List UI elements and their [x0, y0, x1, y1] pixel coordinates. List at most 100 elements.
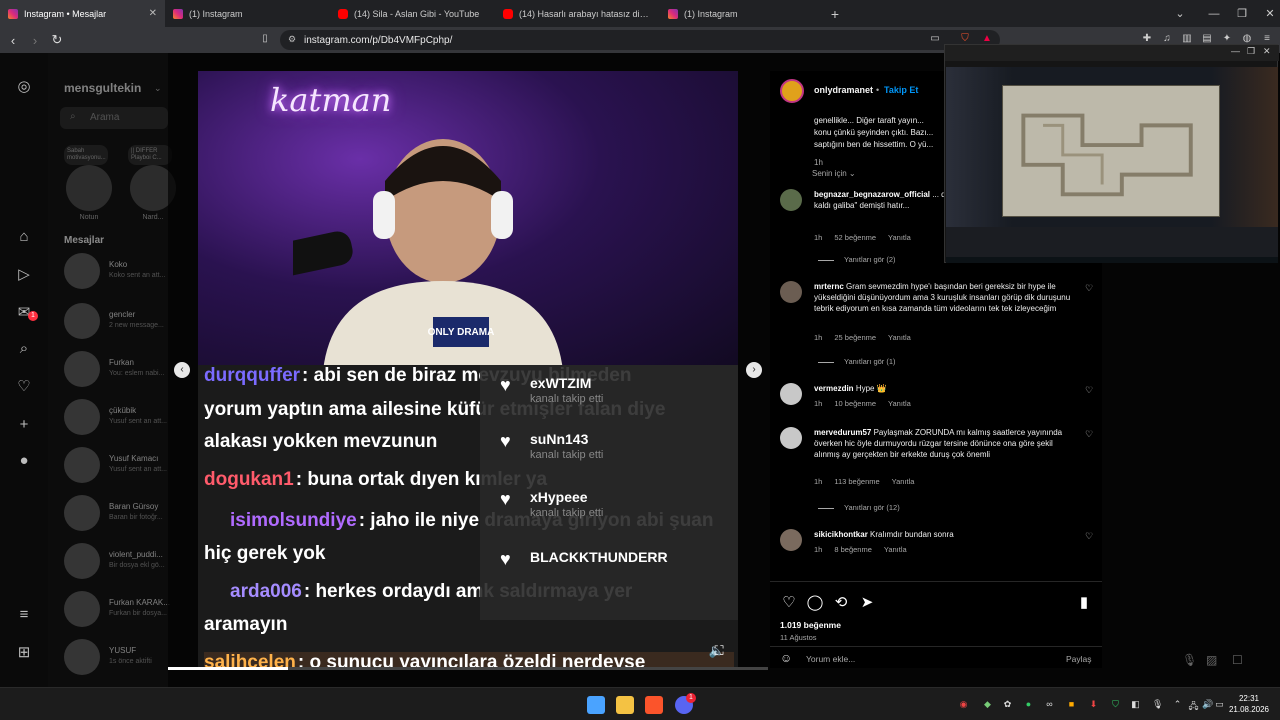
threads-icon[interactable]: ⊞ [14, 643, 34, 663]
volume-icon[interactable]: 🔊 [1202, 699, 1213, 710]
conversation-item[interactable]: YUSUF 1s önce aktifti [62, 637, 182, 677]
save-icon[interactable]: ▮ [1075, 594, 1093, 612]
bookmark-icon[interactable]: ▯ [258, 33, 272, 47]
post-comment-button[interactable]: Paylaş [1066, 654, 1092, 664]
network-icon[interactable]: 🖧 [1188, 699, 1199, 711]
share-icon[interactable]: ➤ [858, 594, 876, 612]
comment-username[interactable]: mervedurum57 [814, 428, 871, 437]
reels-icon[interactable]: ▷ [14, 265, 34, 285]
forward-icon[interactable]: › [24, 29, 46, 51]
close-tab-icon[interactable]: ✕ [149, 8, 157, 19]
browser-tab-2[interactable]: (14) Sila - Aslan Gibi - YouTube [330, 0, 495, 27]
comment-likes[interactable]: 25 beğenme [834, 333, 876, 342]
microphone-icon[interactable]: 🎙 [1182, 653, 1197, 667]
note-bubble[interactable]: || DIFFER Playboi C... [128, 145, 172, 165]
repost-icon[interactable]: ⟲ [832, 594, 850, 612]
create-icon[interactable]: + [14, 415, 34, 435]
emoji-icon[interactable]: ☺ [780, 651, 792, 665]
like-comment-icon[interactable]: ♡ [1085, 531, 1093, 542]
avatar[interactable] [780, 427, 802, 449]
browser-tab-3[interactable]: (14) Hasarlı arabayı hatasız diye ilana.… [495, 0, 660, 27]
image-icon[interactable]: ▨ [1206, 653, 1217, 667]
url-field[interactable]: ⚙ instagram.com/p/Db4VMFpCphp/ [280, 30, 1000, 50]
reply-button[interactable]: Yanıtla [888, 399, 911, 408]
reply-button[interactable]: Yanıtla [888, 233, 911, 242]
site-info-icon[interactable]: ⚙ [288, 34, 296, 45]
tray-app-icon[interactable]: ● [1023, 699, 1034, 710]
picture-in-picture-window[interactable]: — ❐ ✕ [944, 44, 1279, 263]
tray-app-icon[interactable]: ■ [1066, 699, 1077, 710]
home-icon[interactable]: ⌂ [14, 227, 34, 247]
close-pip-button[interactable]: ✕ [1263, 46, 1271, 57]
browser-tab-4[interactable]: (1) Instagram [660, 0, 825, 27]
system-clock[interactable]: 22:31 21.08.2026 [1226, 693, 1272, 715]
comment-likes[interactable]: 113 beğenme [834, 477, 879, 486]
comment-sort[interactable]: Senin için ⌄ [812, 169, 856, 178]
author-username[interactable]: onlydramanet [814, 85, 873, 95]
comment-username[interactable]: mrternc [814, 282, 844, 291]
view-replies-button[interactable]: Yanıtları gör (1) [818, 357, 896, 366]
comment-icon[interactable]: ◯ [806, 594, 824, 612]
comment-username[interactable]: begnazar_begnazarow_official [814, 190, 930, 199]
conversation-item[interactable]: Baran Gürsoy Baran bir fotoğr... [62, 493, 182, 533]
comment-username[interactable]: vermezdin [814, 384, 854, 393]
comment-input[interactable]: Yorum ekle... [806, 654, 855, 664]
nvidia-icon[interactable]: ◆ [982, 699, 993, 710]
like-comment-icon[interactable]: ♡ [1085, 385, 1093, 396]
tray-app-icon[interactable]: ∞ [1044, 699, 1055, 710]
story-item[interactable]: Notun [66, 165, 112, 221]
more-menu-icon[interactable]: ≡ [14, 605, 34, 625]
brave-browser-icon[interactable] [645, 696, 663, 714]
conversation-item[interactable]: Yusuf Kamacı Yusuf sent an att... [62, 445, 182, 485]
view-replies-button[interactable]: Yanıtları gör (12) [818, 503, 900, 512]
profile-avatar[interactable]: ● [14, 451, 34, 471]
start-button[interactable] [587, 696, 605, 714]
search-icon[interactable]: ⌕ [14, 339, 34, 359]
like-comment-icon[interactable]: ♡ [1085, 429, 1093, 440]
fullscreen-icon[interactable]: ⛶ [710, 643, 728, 661]
next-post-arrow[interactable]: › [746, 362, 762, 378]
tray-app-icon[interactable]: ◉ [958, 699, 969, 710]
note-bubble[interactable]: Sabah motivasyonu... [64, 145, 108, 165]
tray-app-icon[interactable]: ◧ [1130, 699, 1141, 710]
tray-app-icon[interactable]: ⛉ [1110, 699, 1121, 710]
follow-button[interactable]: Takip Et [884, 85, 918, 95]
view-replies-button[interactable]: Yanıtları gör (2) [818, 255, 896, 264]
reload-icon[interactable]: ↻ [46, 29, 68, 51]
video-progress-bar[interactable] [168, 667, 768, 670]
like-comment-icon[interactable]: ♡ [1085, 283, 1093, 294]
conversation-item[interactable]: violent_puddi... Bir dosya ekl gö... [62, 541, 182, 581]
microphone-icon[interactable]: 🎙 [1152, 699, 1163, 710]
instagram-logo-icon[interactable]: ◎ [14, 77, 34, 97]
avatar[interactable] [780, 281, 802, 303]
avatar[interactable] [780, 529, 802, 551]
browser-tab-0[interactable]: Instagram • Mesajlar ✕ [0, 0, 165, 27]
sticker-icon[interactable]: ☐ [1232, 653, 1243, 667]
restore-button[interactable]: ❐ [1247, 46, 1255, 57]
account-username[interactable]: mensgultekin [64, 81, 141, 95]
minimize-button[interactable]: — [1231, 46, 1240, 56]
cast-icon[interactable]: ▭ [928, 33, 942, 47]
comment-likes[interactable]: 52 beğenme [834, 233, 876, 242]
browser-tab-1[interactable]: (1) Instagram [165, 0, 330, 27]
conversation-item[interactable]: çükübik Yusuf sent an att... [62, 397, 182, 437]
author-avatar[interactable] [780, 79, 804, 103]
comment-likes[interactable]: 8 beğenme [834, 545, 872, 554]
battery-icon[interactable]: ▭ [1214, 699, 1225, 710]
show-hidden-icons[interactable]: ⌃ [1172, 699, 1183, 710]
file-explorer-icon[interactable] [616, 696, 634, 714]
likes-count[interactable]: 1.019 beğenme [780, 620, 841, 630]
conversation-item[interactable]: Furkan You: eslem nabi... [62, 349, 182, 389]
search-input[interactable]: ⌕ Arama [60, 107, 168, 129]
tray-app-icon[interactable]: ⬇ [1088, 699, 1099, 710]
like-icon[interactable]: ♡ [780, 594, 798, 612]
conversation-item[interactable]: gencler 2 new message... [62, 301, 182, 341]
new-tab-button[interactable]: + [825, 6, 845, 22]
chevron-down-icon[interactable]: ⌄ [154, 83, 162, 94]
conversation-item[interactable]: Koko Koko sent an att... [62, 251, 182, 291]
previous-post-arrow[interactable]: ‹ [174, 362, 190, 378]
comment-username[interactable]: sikicikhontkar [814, 530, 868, 539]
reply-button[interactable]: Yanıtla [888, 333, 911, 342]
back-icon[interactable]: ‹ [2, 29, 24, 51]
tray-app-icon[interactable]: ✿ [1002, 699, 1013, 710]
